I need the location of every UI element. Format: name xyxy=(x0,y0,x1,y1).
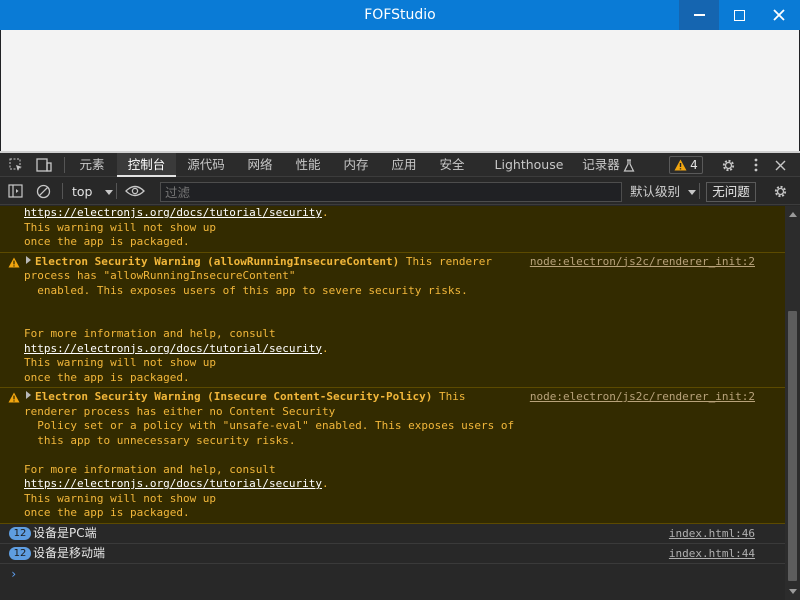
settings-gear-icon[interactable] xyxy=(719,156,737,174)
message-source-link[interactable]: node:electron/js2c/renderer_init:2 xyxy=(530,390,755,405)
toolbar-separator xyxy=(62,183,63,199)
repeat-count-badge: 12 xyxy=(9,526,31,540)
context-selector[interactable]: top xyxy=(72,182,114,202)
app-page-content xyxy=(1,30,799,151)
close-devtools-icon[interactable] xyxy=(771,156,789,174)
maximize-icon xyxy=(733,9,745,21)
chevron-down-icon xyxy=(688,190,696,195)
console-settings-gear-icon[interactable] xyxy=(771,182,789,200)
warning-icon xyxy=(674,159,687,171)
issues-button[interactable]: 无问题 xyxy=(706,182,756,202)
security-docs-link[interactable]: https://electronjs.org/docs/tutorial/sec… xyxy=(24,206,322,219)
live-expression-eye-icon[interactable] xyxy=(124,182,146,200)
tabbar-separator xyxy=(64,157,65,173)
flask-icon xyxy=(620,156,638,174)
warning-icon xyxy=(8,256,20,268)
console-log-message: 12 设备是PC端 index.html:46 xyxy=(0,524,785,544)
minimize-button[interactable] xyxy=(679,0,719,30)
tab-elements[interactable]: 元素 xyxy=(72,153,112,177)
expand-triangle-icon[interactable] xyxy=(26,391,31,399)
toolbar-separator xyxy=(116,183,117,199)
warning-text: enabled. This exposes users of this app … xyxy=(24,283,468,297)
warning-text: This renderer xyxy=(399,254,492,268)
log-text: 设备是移动端 xyxy=(33,545,106,560)
message-source-link[interactable]: index.html:46 xyxy=(669,524,755,543)
tab-performance[interactable]: 性能 xyxy=(288,153,328,177)
more-options-icon[interactable] xyxy=(747,156,765,174)
log-text: 设备是PC端 xyxy=(33,525,97,540)
tab-memory[interactable]: 内存 xyxy=(336,153,376,177)
close-icon xyxy=(773,9,785,21)
warning-text: process has "allowRunningInsecureContent… xyxy=(24,269,296,282)
tab-security[interactable]: 安全 xyxy=(432,153,472,177)
tab-lighthouse[interactable]: Lighthouse xyxy=(492,153,566,177)
warning-text: Policy set or a policy with "unsafe-eval… xyxy=(24,419,515,432)
console-log-message: 12 设备是移动端 index.html:44 xyxy=(0,544,785,564)
console-warning-message: https://electronjs.org/docs/tutorial/sec… xyxy=(0,206,785,253)
log-level-select[interactable]: 默认级别 xyxy=(630,182,696,202)
warning-text: For more information and help, consult xyxy=(24,462,276,476)
message-source-link[interactable]: node:electron/js2c/renderer_init:2 xyxy=(530,255,755,270)
warning-title: Electron Security Warning (allowRunningI… xyxy=(35,254,400,268)
expand-triangle-icon[interactable] xyxy=(26,255,31,264)
security-docs-link[interactable]: https://electronjs.org/docs/tutorial/sec… xyxy=(24,477,322,490)
close-button[interactable] xyxy=(759,0,799,30)
warning-title: Electron Security Warning (Insecure Cont… xyxy=(35,390,433,403)
warning-text: This xyxy=(432,390,466,403)
warning-text: This warning will not show up xyxy=(24,491,217,505)
warning-text: renderer process has either no Content S… xyxy=(24,404,336,418)
console-filter-input[interactable] xyxy=(160,182,622,202)
prompt-chevron-icon: › xyxy=(10,566,18,581)
console-toolbar: top 默认级别 无问题 xyxy=(0,178,800,205)
security-docs-link[interactable]: https://electronjs.org/docs/tutorial/sec… xyxy=(24,342,322,355)
warning-icon xyxy=(8,392,20,403)
tab-recorder[interactable]: 记录器 xyxy=(576,153,626,177)
warning-text: this app to unnecessary security risks. xyxy=(24,433,296,447)
inspect-element-icon[interactable] xyxy=(7,156,25,174)
warning-text: This warning will not show up xyxy=(24,356,217,369)
minimize-icon xyxy=(693,14,705,16)
scroll-up-arrow-icon[interactable] xyxy=(789,212,797,217)
maximize-button[interactable] xyxy=(719,0,759,30)
devtools-tabbar: 元素 控制台 源代码 网络 性能 内存 应用 安全 Lighthouse 记录器… xyxy=(0,153,800,177)
device-toolbar-icon[interactable] xyxy=(35,156,53,174)
warning-count: 4 xyxy=(690,158,698,172)
scrollbar-thumb[interactable] xyxy=(788,311,797,581)
console-input-prompt[interactable]: › xyxy=(0,564,785,586)
console-warning-message: node:electron/js2c/renderer_init:2 Elect… xyxy=(0,388,785,524)
devtools-panel: 元素 控制台 源代码 网络 性能 内存 应用 安全 Lighthouse 记录器… xyxy=(0,153,800,600)
warning-text: once the app is packaged. xyxy=(24,506,190,519)
sidebar-toggle-icon[interactable] xyxy=(6,182,24,200)
console-scrollbar[interactable] xyxy=(785,206,800,600)
tab-sources[interactable]: 源代码 xyxy=(182,153,230,177)
log-level-value: 默认级别 xyxy=(630,184,681,199)
tab-application[interactable]: 应用 xyxy=(384,153,424,177)
context-value: top xyxy=(72,184,93,199)
warning-text: For more information and help, consult xyxy=(24,327,276,340)
chevron-down-icon xyxy=(105,190,114,195)
scroll-down-arrow-icon[interactable] xyxy=(789,589,797,594)
window-titlebar: FOFStudio xyxy=(0,0,800,30)
console-warning-message: node:electron/js2c/renderer_init:2 Elect… xyxy=(0,252,785,388)
tab-network[interactable]: 网络 xyxy=(240,153,280,177)
warning-text: once the app is packaged. xyxy=(24,235,190,248)
warning-text: once the app is packaged. xyxy=(24,370,190,384)
toolbar-separator xyxy=(699,183,700,199)
tab-console[interactable]: 控制台 xyxy=(117,153,176,177)
console-messages: https://electronjs.org/docs/tutorial/sec… xyxy=(0,206,785,600)
warning-text: This warning will not show up xyxy=(24,220,217,234)
warnings-counter-button[interactable]: 4 xyxy=(669,156,703,174)
clear-console-icon[interactable] xyxy=(34,182,52,200)
message-source-link[interactable]: index.html:44 xyxy=(669,544,755,563)
repeat-count-badge: 12 xyxy=(9,546,31,560)
